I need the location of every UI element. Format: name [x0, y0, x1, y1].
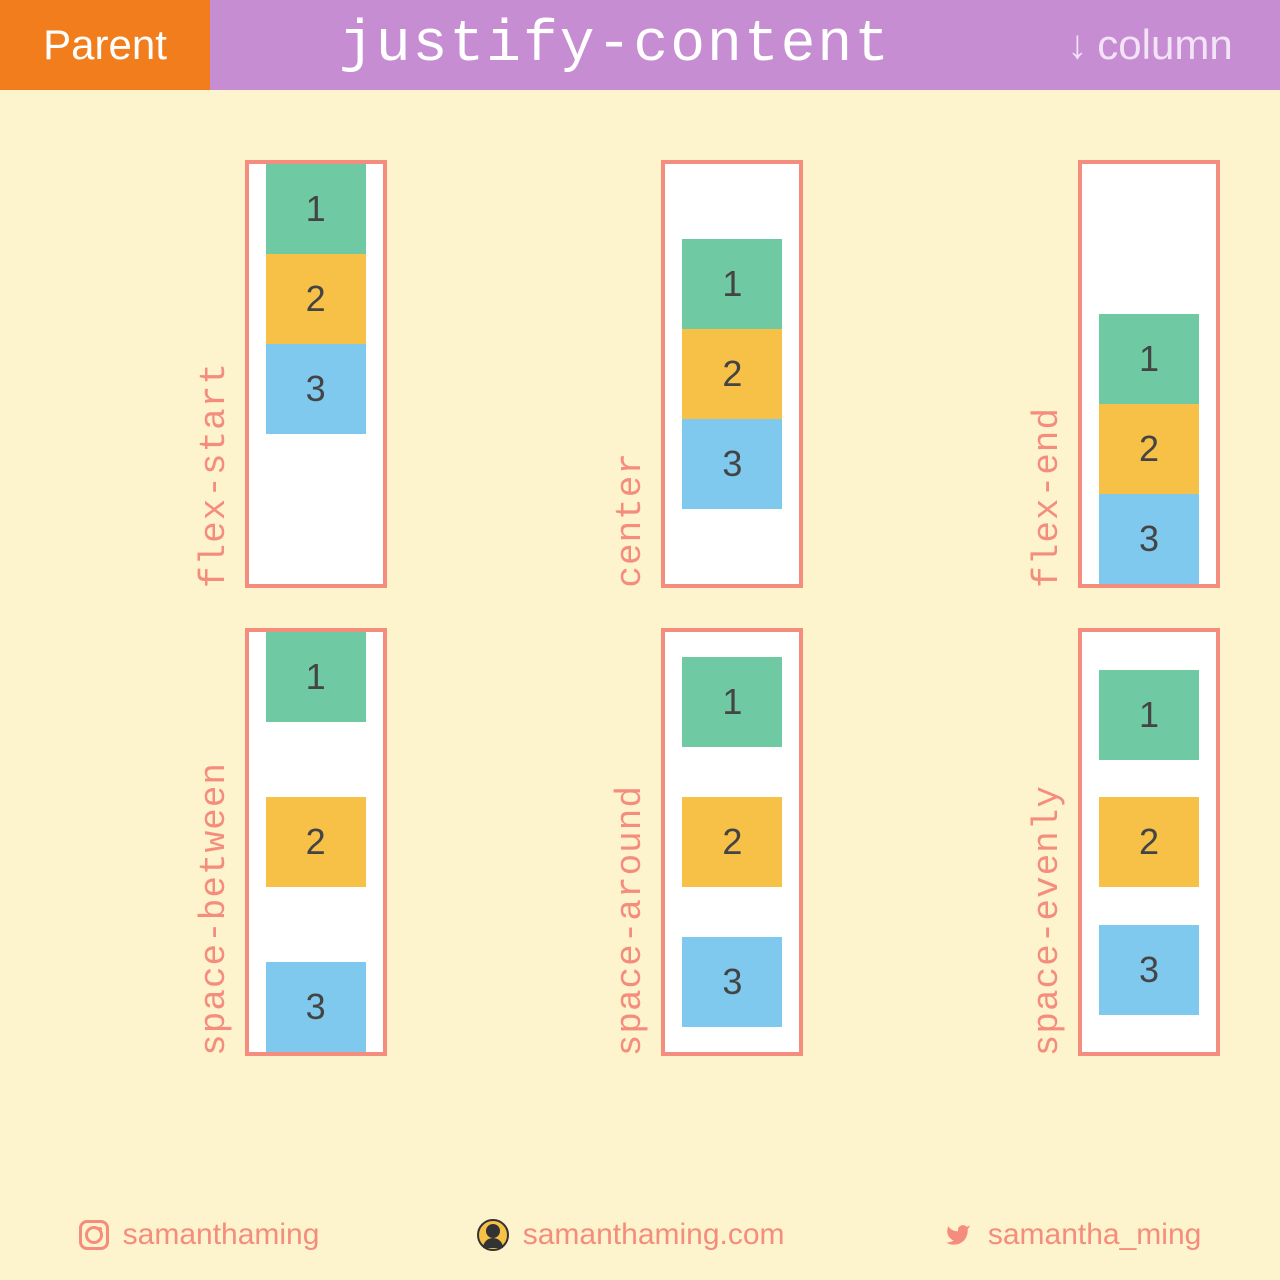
header-direction: ↓ column: [1020, 0, 1280, 90]
container-space-between: 1 2 3: [245, 628, 387, 1056]
label-flex-start: flex-start: [194, 362, 235, 588]
example-flex-end: flex-end 1 2 3: [863, 160, 1220, 588]
instagram-handle: samanthaming: [123, 1218, 320, 1252]
container-space-evenly: 1 2 3: [1078, 628, 1220, 1056]
header-parent-badge: Parent: [0, 0, 210, 90]
flex-item-2: 2: [682, 329, 782, 419]
flex-item-1: 1: [1099, 670, 1199, 760]
avatar-icon: [477, 1219, 509, 1251]
flex-item-3: 3: [682, 937, 782, 1027]
header-title: justify-content: [210, 0, 1020, 90]
container-flex-start: 1 2 3: [245, 160, 387, 588]
label-space-around: space-around: [610, 785, 651, 1056]
arrow-down-icon: ↓: [1067, 23, 1087, 68]
flex-item-1: 1: [266, 164, 366, 254]
website-url: samanthaming.com: [523, 1218, 785, 1252]
header: Parent justify-content ↓ column: [0, 0, 1280, 90]
examples-grid: flex-start 1 2 3 center 1 2 3 flex-end 1…: [0, 90, 1280, 1096]
flex-item-1: 1: [1099, 314, 1199, 404]
label-space-between: space-between: [194, 762, 235, 1056]
container-space-around: 1 2 3: [661, 628, 803, 1056]
label-center: center: [610, 452, 651, 588]
flex-item-1: 1: [682, 657, 782, 747]
twitter-icon: [942, 1222, 974, 1248]
instagram-icon: [79, 1220, 109, 1250]
flex-item-2: 2: [266, 797, 366, 887]
example-space-around: space-around 1 2 3: [557, 628, 804, 1056]
twitter-handle: samantha_ming: [988, 1218, 1201, 1252]
example-center: center 1 2 3: [447, 160, 804, 588]
flex-item-3: 3: [266, 344, 366, 434]
container-center: 1 2 3: [661, 160, 803, 588]
example-space-evenly: space-evenly 1 2 3: [973, 628, 1220, 1056]
flex-item-3: 3: [1099, 494, 1199, 584]
example-flex-start: flex-start 1 2 3: [30, 160, 387, 588]
footer: samanthaming samanthaming.com samantha_m…: [0, 1218, 1280, 1252]
flex-item-2: 2: [1099, 404, 1199, 494]
flex-item-2: 2: [1099, 797, 1199, 887]
footer-twitter: samantha_ming: [942, 1218, 1201, 1252]
flex-item-1: 1: [682, 239, 782, 329]
flex-item-2: 2: [682, 797, 782, 887]
flex-item-2: 2: [266, 254, 366, 344]
label-flex-end: flex-end: [1027, 407, 1068, 588]
flex-item-1: 1: [266, 632, 366, 722]
flex-item-3: 3: [1099, 925, 1199, 1015]
footer-instagram: samanthaming: [79, 1218, 320, 1252]
footer-website: samanthaming.com: [477, 1218, 785, 1252]
container-flex-end: 1 2 3: [1078, 160, 1220, 588]
header-direction-label: column: [1097, 21, 1232, 69]
flex-item-3: 3: [682, 419, 782, 509]
label-space-evenly: space-evenly: [1027, 785, 1068, 1056]
flex-item-3: 3: [266, 962, 366, 1052]
example-space-between: space-between 1 2 3: [140, 628, 387, 1056]
